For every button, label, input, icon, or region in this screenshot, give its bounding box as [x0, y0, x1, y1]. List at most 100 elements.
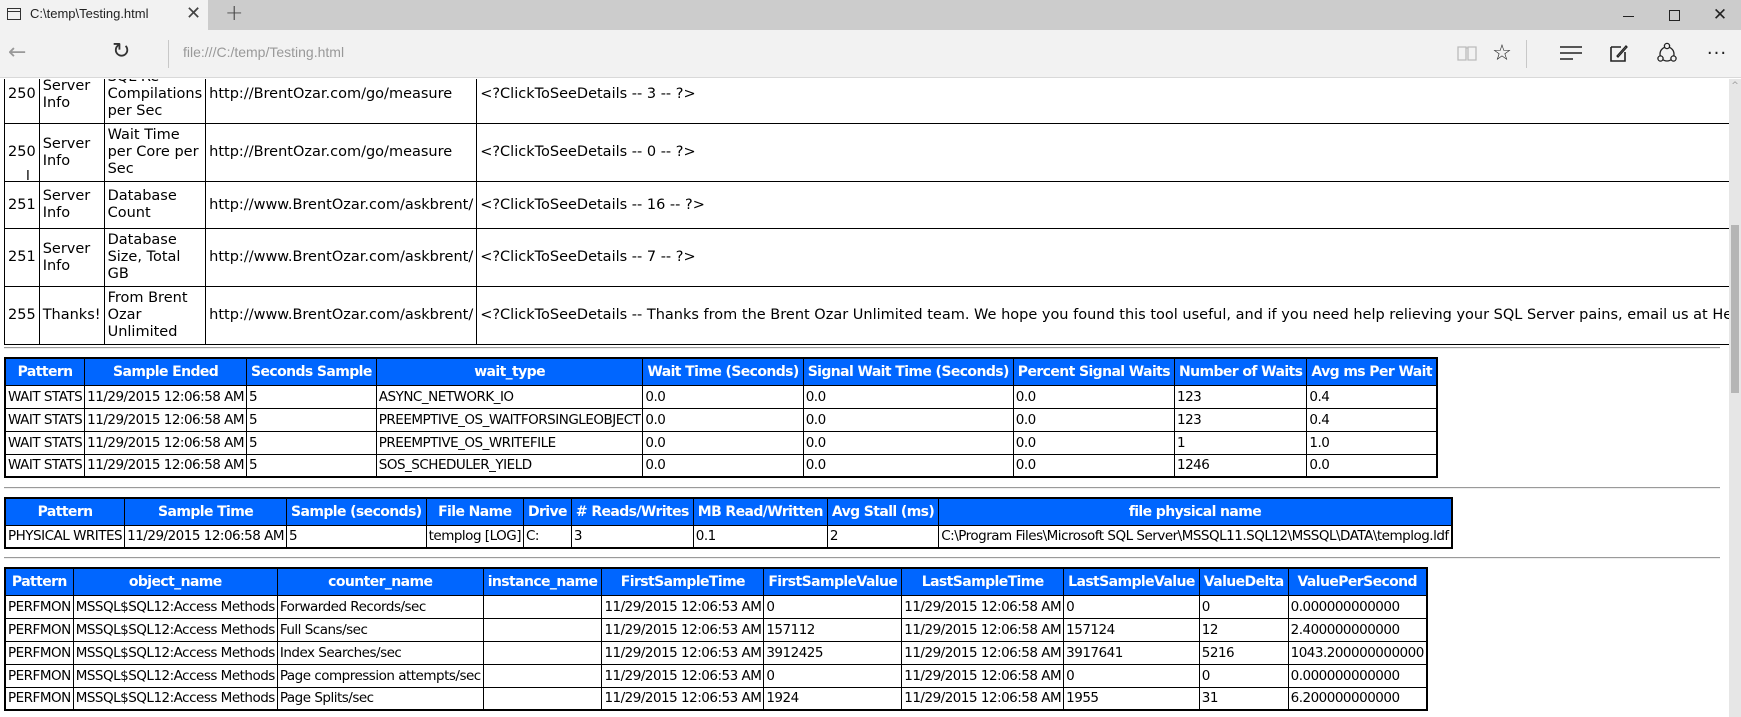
more-icon[interactable]: ···: [1702, 38, 1732, 68]
close-window-button[interactable]: ✕: [1697, 0, 1741, 30]
table-cell: 0.0: [1012, 453, 1175, 478]
table-row: PERFMON MSSQL$SQL12:Access Methods Page co…: [4, 663, 1428, 688]
scroll-up-arrow-icon[interactable]: ^: [1729, 81, 1741, 91]
column-header: Percent Signal Waits: [1012, 357, 1175, 386]
details-cell[interactable]: <?ClickToSeeDetails -- Thanks from the B…: [476, 286, 1729, 345]
findings-group-cell: Thanks!: [38, 286, 105, 345]
table-cell: [482, 640, 603, 665]
maximize-button[interactable]: [1651, 0, 1697, 30]
hub-icon[interactable]: [1556, 38, 1586, 68]
divider: [168, 40, 169, 68]
web-note-icon[interactable]: [1604, 38, 1634, 68]
table-cell: 11/29/2015 12:06:53 AM: [601, 617, 765, 642]
url-cell[interactable]: http://www.BrentOzar.com/askbrent/: [205, 286, 478, 345]
details-cell[interactable]: <?ClickToSeeDetails -- 16 -- ?>: [476, 181, 1729, 229]
table-cell: 1924: [763, 686, 903, 711]
table-cell: MSSQL$SQL12:Access Methods: [72, 594, 278, 619]
column-header: Pattern: [4, 567, 74, 596]
tab-title: C:\temp\Testing.html: [30, 6, 149, 21]
minimize-icon: [1622, 15, 1634, 17]
column-header: object_name: [72, 567, 278, 596]
table-row: 250 Server Info Wait Time per Core per Sec…: [4, 123, 1729, 182]
refresh-icon[interactable]: ↻: [112, 38, 130, 66]
table-cell: 11/29/2015 12:06:58 AM: [901, 640, 1065, 665]
table-cell: 12: [1198, 617, 1289, 642]
table-cell: 1.0: [1306, 430, 1438, 455]
url-cell[interactable]: http://www.BrentOzar.com/askbrent/: [205, 181, 478, 229]
column-header: ValueDelta: [1198, 567, 1289, 596]
table-cell: 3: [570, 524, 694, 549]
vertical-scrollbar[interactable]: ^: [1729, 79, 1741, 717]
url-cell[interactable]: http://BrentOzar.com/go/measure: [205, 79, 478, 124]
table-cell: 157112: [763, 617, 903, 642]
scrollbar-thumb[interactable]: [1731, 225, 1739, 393]
page-content: 250Server InfoSQL Re-Compilations per Se…: [0, 79, 1729, 717]
column-header: Drive: [522, 497, 572, 526]
address-bar[interactable]: file:///C:/temp/Testing.html: [183, 44, 344, 60]
table-cell: 0: [763, 594, 903, 619]
table-row: WAIT STATS 11/29/2015 12:06:58 AM 5 PREEMPT…: [4, 407, 1438, 432]
table-cell: PERFMON: [4, 640, 74, 665]
url-cell[interactable]: http://www.BrentOzar.com/askbrent/: [205, 228, 478, 287]
back-arrow-icon[interactable]: ←: [8, 40, 26, 66]
column-header: Sample Ended: [84, 357, 248, 386]
browser-tab[interactable]: C:\temp\Testing.html ✕: [0, 0, 208, 30]
share-icon[interactable]: [1652, 38, 1682, 68]
close-icon: ✕: [1712, 5, 1728, 25]
table-cell: MSSQL$SQL12:Access Methods: [72, 617, 278, 642]
table-cell: 0.0: [642, 407, 804, 432]
url-cell[interactable]: http://BrentOzar.com/go/measure: [205, 123, 478, 182]
table-cell: 0.0: [1012, 430, 1175, 455]
details-cell[interactable]: <?ClickToSeeDetails -- 0 -- ?>: [476, 123, 1729, 182]
table-cell: MSSQL$SQL12:Access Methods: [72, 686, 278, 711]
table-header-row: Pattern object_name counter_name instance_n…: [4, 567, 1428, 596]
table-cell: WAIT STATS: [4, 430, 86, 455]
column-header: instance_name: [482, 567, 603, 596]
table-cell: 1043.200000000000: [1287, 640, 1428, 665]
minimize-button[interactable]: [1605, 0, 1651, 30]
lines-icon: [1560, 46, 1582, 60]
table-cell: 123: [1173, 407, 1308, 432]
table-row: 250Server InfoSQL Re-Compilations per Se…: [4, 79, 1729, 124]
table-cell: PERFMON: [4, 663, 74, 688]
table-row: WAIT STATS 11/29/2015 12:06:58 AM 5 SOS_SCH…: [4, 453, 1438, 478]
column-header: LastSampleValue: [1063, 567, 1200, 596]
page-icon: [7, 8, 21, 20]
table-cell: 0.0: [642, 384, 804, 409]
table-row: PERFMON MSSQL$SQL12:Access Methods Forward…: [4, 594, 1428, 619]
share-circles-icon: [1657, 42, 1677, 62]
column-header: Avg Stall (ms): [826, 497, 940, 526]
table-header-row: Pattern Sample Ended Seconds Sample wait_ty…: [4, 357, 1438, 386]
new-tab-icon[interactable]: +: [225, 1, 243, 27]
details-cell[interactable]: <?ClickToSeeDetails -- 3 -- ?>: [476, 79, 1729, 124]
column-header: # Reads/Writes: [570, 497, 694, 526]
table-cell: 0.1: [692, 524, 828, 549]
table-cell: 1: [1173, 430, 1308, 455]
book-icon: [1457, 46, 1477, 61]
table-row: PERFMON MSSQL$SQL12:Access Methods Full Sc…: [4, 617, 1428, 642]
table-cell: 5216: [1198, 640, 1289, 665]
table-cell: WAIT STATS: [4, 384, 86, 409]
table-cell: WAIT STATS: [4, 453, 86, 478]
table-cell: PREEMPTIVE_OS_WRITEFILE: [375, 430, 644, 455]
table-cell: 1246: [1173, 453, 1308, 478]
table-cell: Page Splits/sec: [276, 686, 484, 711]
details-cell[interactable]: <?ClickToSeeDetails -- 7 -- ?>: [476, 228, 1729, 287]
table-cell: C:\Program Files\Microsoft SQL Server\MS…: [938, 524, 1453, 549]
column-header: Number of Waits: [1173, 357, 1308, 386]
table-cell: SOS_SCHEDULER_YIELD: [375, 453, 644, 478]
table-cell: 11/29/2015 12:06:58 AM: [84, 453, 248, 478]
column-header: wait_type: [375, 357, 644, 386]
finding-cell: From Brent Ozar Unlimited: [103, 286, 207, 345]
favorite-star-icon[interactable]: ☆: [1487, 38, 1517, 68]
column-header: file physical name: [938, 497, 1453, 526]
table-cell: PERFMON: [4, 617, 74, 642]
table-cell: 5: [246, 407, 377, 432]
table-cell: 11/29/2015 12:06:58 AM: [84, 384, 248, 409]
tab-close-icon[interactable]: ✕: [186, 3, 201, 25]
table-cell: 3912425: [763, 640, 903, 665]
reading-view-icon[interactable]: [1452, 38, 1482, 68]
table-cell: PERFMON: [4, 686, 74, 711]
column-header: Pattern: [4, 497, 126, 526]
table-cell: 11/29/2015 12:06:58 AM: [901, 617, 1065, 642]
